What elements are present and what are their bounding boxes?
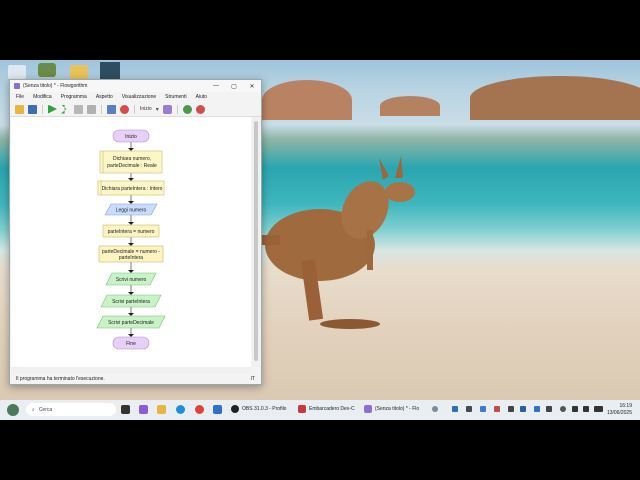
taskbar-app-devc[interactable]: Embarcadero Dev-C [298, 405, 355, 413]
function-selector-label[interactable]: Inizio [140, 106, 152, 112]
store-icon[interactable] [213, 405, 222, 414]
input-label: Leggi numero [116, 208, 147, 214]
close-button[interactable]: ✕ [243, 83, 261, 90]
tray-app-icon[interactable] [466, 406, 472, 412]
minimize-button[interactable]: — [207, 83, 225, 89]
volume-icon[interactable] [583, 406, 589, 412]
tray-app-icon[interactable] [494, 406, 500, 412]
variable-watch-icon[interactable] [107, 104, 116, 114]
menu-file[interactable]: File [16, 94, 24, 100]
run-icon[interactable] [48, 104, 57, 114]
output-label-1: Scrivi numero [116, 277, 147, 283]
toolbar-separator [42, 104, 43, 114]
flowgorithm-icon [364, 405, 372, 413]
declare-line-1: Dichiara numero, [113, 156, 151, 162]
zoom-out-icon[interactable] [195, 104, 205, 114]
toolbar-separator [176, 104, 178, 114]
flowchart: Inizio Dichiara numero, parteDecimale : … [96, 129, 166, 350]
toolbar-separator [134, 104, 135, 114]
flowchart-canvas[interactable]: Inizio Dichiara numero, parteDecimale : … [11, 117, 251, 367]
scrollbar-thumb[interactable] [254, 121, 258, 361]
vertical-scrollbar[interactable] [252, 117, 260, 367]
assign-label-1: parteIntera = numero [108, 229, 155, 235]
battery-icon[interactable] [594, 406, 603, 412]
taskbar-app-obs[interactable]: OBS 31.0.3 - Profilo [231, 405, 286, 413]
wifi-icon[interactable] [572, 406, 578, 412]
chrome-icon[interactable] [195, 405, 204, 414]
pause-icon[interactable] [74, 104, 83, 114]
menu-programma[interactable]: Programma [61, 94, 87, 100]
add-function-icon[interactable] [162, 104, 172, 114]
toolbar: Inizio ▾ [10, 102, 261, 117]
clock-date: 13/06/2025 [606, 410, 632, 416]
maximize-button[interactable]: ▢ [225, 83, 243, 90]
horizontal-scrollbar[interactable] [11, 367, 251, 373]
menu-bar: File Modifica Programma Aspetto Visualiz… [10, 92, 261, 102]
assign-label-2b: parteIntera [119, 255, 143, 261]
title-bar[interactable]: (Senza titolo) * - Flowgorithm — ▢ ✕ [10, 80, 261, 92]
breakpoint-icon[interactable] [120, 104, 129, 114]
tray-app-icon[interactable] [432, 406, 438, 412]
status-message: Il programma ha terminato l'esecuzione. [16, 376, 105, 382]
obs-icon [231, 405, 239, 413]
status-bar: Il programma ha terminato l'esecuzione. … [10, 374, 261, 384]
toolbar-separator [101, 104, 102, 114]
menu-strumenti[interactable]: Strumenti [165, 94, 186, 100]
flowgorithm-label: (Senza titolo) * - Flo [375, 406, 420, 412]
menu-aspetto[interactable]: Aspetto [96, 94, 113, 100]
declare-block[interactable] [99, 150, 163, 174]
language-indicator: IT [250, 376, 255, 382]
output-label-2: Scrivi parteIntera [112, 299, 150, 305]
flowgorithm-window: (Senza titolo) * - Flowgorithm — ▢ ✕ Fil… [9, 79, 262, 385]
obs-label: OBS 31.0.3 - Profilo [242, 406, 287, 412]
wallpaper-hill [470, 76, 640, 120]
chevron-down-icon[interactable]: ▾ [156, 106, 159, 113]
menu-aiuto[interactable]: Aiuto [196, 94, 207, 100]
window-title: (Senza titolo) * - Flowgorithm [23, 83, 88, 89]
clock[interactable]: 16:19 13/06/2025 [607, 403, 632, 417]
stop-icon[interactable] [87, 104, 96, 114]
file-explorer-icon[interactable] [157, 405, 166, 414]
task-view-icon[interactable] [121, 405, 130, 414]
open-folder-icon[interactable] [15, 104, 24, 114]
tray-app-icon[interactable] [508, 406, 514, 412]
save-icon[interactable] [28, 104, 37, 114]
devc-icon [298, 405, 306, 413]
declare-parteintera: Dichiara parteIntera : Intero [102, 186, 163, 192]
flowgorithm-app-icon [14, 83, 20, 89]
taskbar-app-flowgorithm[interactable]: (Senza titolo) * - Flo [364, 405, 419, 413]
search-placeholder: Cerca [38, 406, 53, 413]
tray-app-icon[interactable] [452, 406, 458, 412]
menu-modifica[interactable]: Modifica [33, 94, 52, 100]
zoom-in-icon[interactable] [182, 104, 192, 114]
tray-app-icon[interactable] [480, 406, 486, 412]
search-icon: ⌕ [32, 406, 35, 413]
end-label: Fine [126, 341, 136, 347]
desktop-shortcut-icon[interactable] [100, 62, 120, 80]
declare-line-2: parteDecimale : Reale [107, 163, 157, 169]
menu-visualizzazione[interactable]: Visualizzazione [122, 94, 156, 100]
bluetooth-icon[interactable] [534, 406, 540, 412]
dinosaur-app-icon[interactable] [38, 63, 56, 77]
recycle-bin-icon[interactable] [8, 65, 26, 79]
copilot-icon[interactable] [139, 405, 148, 414]
devc-label: Embarcadero Dev-C [309, 406, 355, 412]
weather-icon[interactable] [7, 404, 19, 416]
tray-app-icon[interactable] [560, 406, 566, 412]
tray-app-icon[interactable] [520, 406, 526, 412]
edge-icon[interactable] [176, 405, 185, 414]
wallpaper-hill [262, 80, 352, 120]
taskbar: ⌕ Cerca OBS 31.0.3 - Profilo Embarcadero… [0, 400, 640, 420]
start-label: Inizio [125, 134, 137, 140]
kangaroo-image [260, 156, 415, 329]
search-box[interactable]: ⌕ Cerca [26, 403, 116, 416]
step-icon[interactable] [61, 104, 67, 114]
folder-icon[interactable] [70, 65, 88, 79]
clock-time: 16:19 [619, 403, 632, 409]
tray-app-icon[interactable] [546, 406, 552, 412]
output-label-3: Scrivi parteDecimale [108, 320, 154, 326]
wallpaper-hill [380, 96, 440, 116]
